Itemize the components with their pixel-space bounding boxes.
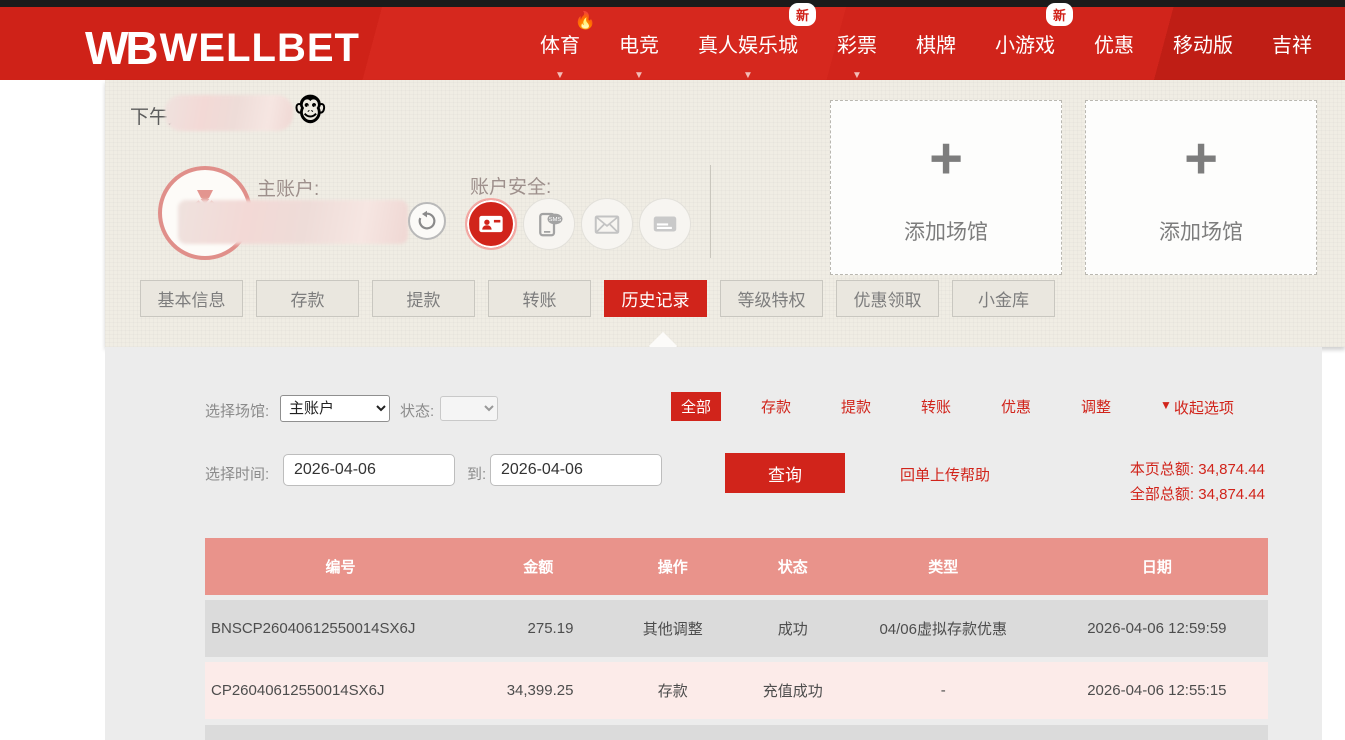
table-header-row: 编号 金额 操作 状态 类型 日期 bbox=[205, 538, 1268, 595]
add-venue-button-2[interactable]: + 添加场馆 bbox=[1085, 100, 1317, 275]
email-icon[interactable] bbox=[581, 198, 633, 250]
cell-amount: 34,399.25 bbox=[476, 662, 600, 719]
wellbet-logo[interactable]: WB WELLBET bbox=[85, 21, 360, 75]
cell-type: 04/06虚拟存款优惠 bbox=[841, 600, 1046, 657]
cell-date: 2026-04-06 12:55:15 bbox=[1046, 662, 1268, 719]
nav-item-sports[interactable]: 体育 🔥 ▼ bbox=[540, 25, 580, 62]
fire-icon: 🔥 bbox=[575, 11, 596, 31]
logo-mark: WB bbox=[85, 21, 156, 75]
col-header-id: 编号 bbox=[205, 538, 476, 595]
time-filter-label: 选择时间: bbox=[205, 463, 269, 484]
col-header-status: 状态 bbox=[745, 538, 841, 595]
table-row: CP26040612550014SX6J 34,399.25 存款 充值成功 -… bbox=[205, 662, 1268, 719]
account-history-page: WB WELLBET 体育 🔥 ▼ 电竞 ▼ 真人娱乐城 新 ▼ 彩票 ▼ bbox=[0, 0, 1345, 740]
cell-date: 2026-04-06 12:59:59 bbox=[1046, 600, 1268, 657]
redacted-username bbox=[165, 95, 293, 131]
nav-item-jixiang[interactable]: 吉祥 bbox=[1272, 25, 1312, 62]
tab-history[interactable]: 历史记录 bbox=[604, 280, 707, 317]
main-account-label: 主账户: bbox=[257, 174, 319, 201]
type-tab-transfer[interactable]: 转账 bbox=[921, 396, 951, 417]
security-icon-row: SMS bbox=[465, 198, 691, 250]
table-row: BNSCP26040612550014SX6J 275.19 其他调整 成功 0… bbox=[205, 600, 1268, 657]
date-to-input[interactable] bbox=[490, 454, 662, 486]
totals: 本页总额: 34,874.44 全部总额: 34,874.44 bbox=[1130, 457, 1265, 507]
nav-item-mobile[interactable]: 移动版 bbox=[1173, 25, 1233, 62]
collapse-options-link[interactable]: ▼收起选项 bbox=[1160, 397, 1234, 418]
new-badge: 新 bbox=[1046, 3, 1073, 26]
refresh-icon bbox=[416, 210, 438, 232]
cell-type: - bbox=[841, 662, 1046, 719]
browser-top-strip bbox=[0, 0, 1345, 7]
history-table: 编号 金额 操作 状态 类型 日期 BNSCP26040612550014SX6… bbox=[205, 538, 1268, 740]
bank-card-icon[interactable] bbox=[639, 198, 691, 250]
logo-text: WELLBET bbox=[160, 26, 360, 71]
col-header-operation: 操作 bbox=[600, 538, 745, 595]
add-venue-button-1[interactable]: + 添加场馆 bbox=[830, 100, 1062, 275]
cell-operation: 其他调整 bbox=[600, 600, 745, 657]
nav-item-board-games[interactable]: 棋牌 bbox=[916, 25, 956, 62]
status-select[interactable] bbox=[440, 396, 498, 421]
to-label: 到: bbox=[467, 463, 486, 484]
cell-operation: 存款 bbox=[600, 662, 745, 719]
svg-text:SMS: SMS bbox=[549, 217, 562, 223]
table-row-clipped bbox=[205, 725, 1268, 740]
nav-item-lottery[interactable]: 彩票 ▼ bbox=[837, 25, 877, 62]
panel-divider bbox=[710, 165, 711, 258]
type-filter-tabs: 全部 存款 提款 转账 优惠 调整 bbox=[656, 393, 1136, 420]
main-nav: 体育 🔥 ▼ 电竞 ▼ 真人娱乐城 新 ▼ 彩票 ▼ 棋牌 小游戏 bbox=[540, 7, 1312, 80]
nav-item-promotions[interactable]: 优惠 bbox=[1094, 25, 1134, 62]
nav-item-mini-games[interactable]: 小游戏 新 bbox=[995, 25, 1055, 62]
tab-transfer[interactable]: 转账 bbox=[488, 280, 591, 317]
tab-vault[interactable]: 小金库 bbox=[952, 280, 1055, 317]
tab-deposit[interactable]: 存款 bbox=[256, 280, 359, 317]
plus-icon: + bbox=[929, 130, 963, 188]
new-badge: 新 bbox=[789, 3, 816, 26]
redacted-balance bbox=[178, 200, 408, 244]
col-header-type: 类型 bbox=[841, 538, 1046, 595]
account-tab-bar: 基本信息 存款 提款 转账 历史记录 等级特权 优惠领取 小金库 bbox=[140, 280, 1055, 317]
type-tab-promo[interactable]: 优惠 bbox=[1001, 396, 1031, 417]
col-header-amount: 金额 bbox=[476, 538, 600, 595]
receipt-upload-help-link[interactable]: 回单上传帮助 bbox=[900, 464, 990, 485]
cell-status: 成功 bbox=[745, 600, 841, 657]
cell-status: 充值成功 bbox=[745, 662, 841, 719]
refresh-balance-button[interactable] bbox=[408, 202, 446, 240]
type-tab-all[interactable]: 全部 bbox=[671, 392, 721, 421]
status-filter-label: 状态: bbox=[400, 400, 434, 421]
monkey-emoji: 🐵 bbox=[293, 94, 328, 129]
account-panel: 下午好 🐵 主账户: 账户安全: bbox=[105, 80, 1345, 347]
cell-amount: 275.19 bbox=[476, 600, 600, 657]
tab-vip-privileges[interactable]: 等级特权 bbox=[720, 280, 823, 317]
account-security-label: 账户安全: bbox=[470, 172, 551, 199]
page-total: 本页总额: 34,874.44 bbox=[1130, 457, 1265, 482]
type-tab-deposit[interactable]: 存款 bbox=[761, 396, 791, 417]
history-content: 选择场馆: 主账户 状态: 全部 存款 提款 转账 优惠 调整 ▼收起选项 选择… bbox=[105, 347, 1322, 740]
tab-basic-info[interactable]: 基本信息 bbox=[140, 280, 243, 317]
date-from-input[interactable] bbox=[283, 454, 455, 486]
nav-item-live-casino[interactable]: 真人娱乐城 新 ▼ bbox=[698, 25, 798, 62]
main-header: WB WELLBET 体育 🔥 ▼ 电竞 ▼ 真人娱乐城 新 ▼ 彩票 ▼ bbox=[0, 7, 1345, 80]
sms-phone-icon[interactable]: SMS bbox=[523, 198, 575, 250]
type-tab-withdraw[interactable]: 提款 bbox=[841, 396, 871, 417]
id-card-icon[interactable] bbox=[465, 198, 517, 250]
tab-promo-claim[interactable]: 优惠领取 bbox=[836, 280, 939, 317]
col-header-date: 日期 bbox=[1046, 538, 1268, 595]
venue-filter-label: 选择场馆: bbox=[205, 400, 269, 421]
nav-item-esports[interactable]: 电竞 ▼ bbox=[619, 25, 659, 62]
venue-select[interactable]: 主账户 bbox=[280, 395, 390, 422]
query-button[interactable]: 查询 bbox=[725, 453, 845, 493]
triangle-down-icon: ▼ bbox=[1160, 398, 1172, 412]
plus-icon: + bbox=[1184, 130, 1218, 188]
all-total: 全部总额: 34,874.44 bbox=[1130, 482, 1265, 507]
cell-id: BNSCP26040612550014SX6J bbox=[205, 600, 476, 657]
tab-withdraw[interactable]: 提款 bbox=[372, 280, 475, 317]
cell-id: CP26040612550014SX6J bbox=[205, 662, 476, 719]
type-tab-adjust[interactable]: 调整 bbox=[1081, 396, 1111, 417]
